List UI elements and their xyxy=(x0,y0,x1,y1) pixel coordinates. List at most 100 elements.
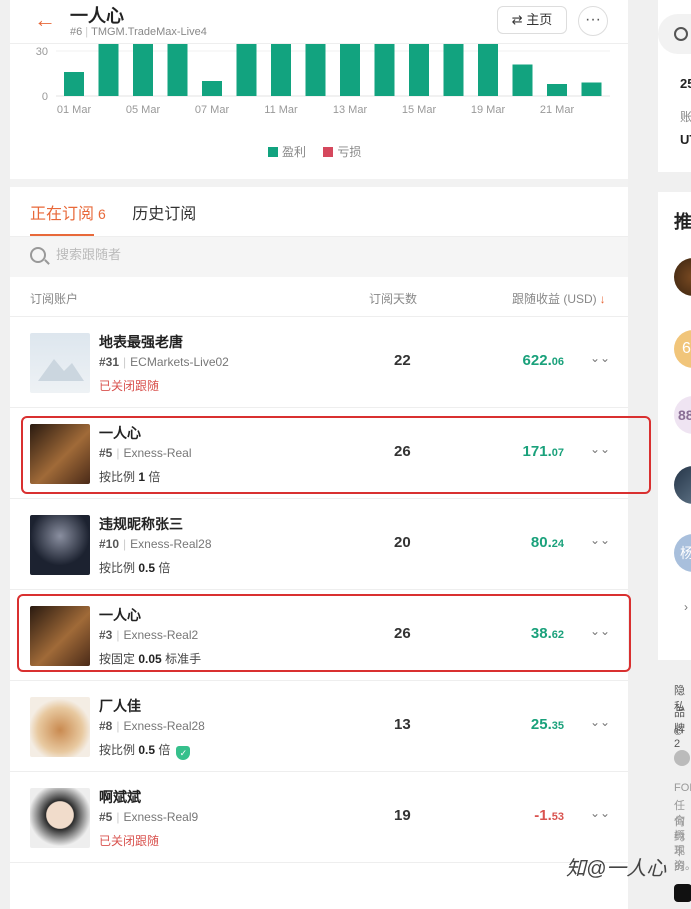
subscription-tabs: 正在订阅 6 历史订阅 xyxy=(30,200,218,236)
subscriber-account: #8 | Exness-Real28 xyxy=(99,719,205,733)
chart-bar[interactable] xyxy=(64,72,84,96)
avatar xyxy=(30,697,90,757)
legend-swatch xyxy=(268,147,278,157)
legend-item-loss[interactable]: 亏损 xyxy=(323,145,361,159)
subscriber-name: 厂人佳 xyxy=(99,698,141,714)
legend-swatch xyxy=(323,147,334,157)
subscriber-name: 违规昵称张三 xyxy=(99,516,183,532)
y-tick-label: 30 xyxy=(36,46,48,58)
profit-chart: 30 0 01 Mar 05 Mar 07 Mar 11 Mar 13 Mar 15 Mar 1… xyxy=(10,44,628,179)
x-tick-label: 01 Mar xyxy=(57,104,92,116)
table-row[interactable]: 违规昵称张三 #10 | Exness-Real28 按比例 0.5 倍 20 80… xyxy=(10,499,628,590)
chart-bar[interactable] xyxy=(236,44,257,96)
chart-bar[interactable] xyxy=(374,44,395,96)
highlight-box xyxy=(21,416,651,494)
copy-setting: 按比例 0.5 倍 ✓ xyxy=(99,741,191,760)
arrow-down-icon: ↓ xyxy=(599,292,606,306)
chart-bar[interactable] xyxy=(202,81,222,96)
column-header-profit[interactable]: 跟随收益 (USD) ↓ xyxy=(512,290,606,307)
follow-profit: 80.24 xyxy=(530,534,564,551)
follow-status: 已关闭跟随 xyxy=(99,379,160,393)
chart-bar[interactable] xyxy=(547,84,567,96)
tab-count: 6 xyxy=(98,206,106,222)
chart-bar[interactable] xyxy=(443,44,464,96)
search-icon xyxy=(30,247,46,263)
sidebar-text: UT xyxy=(680,132,691,147)
subscription-days: 22 xyxy=(394,352,411,369)
chevron-right-icon[interactable]: › xyxy=(684,600,691,620)
legend-item-profit[interactable]: 盈利 xyxy=(268,145,306,159)
trader-subtitle: #6 | TMGM.TradeMax-Live4 xyxy=(70,26,207,38)
mountain-placeholder-icon xyxy=(38,359,84,381)
footer-text: FOI xyxy=(674,782,691,794)
home-button[interactable]: ⇄ 主页 xyxy=(497,6,567,34)
footer-copyright: © 2 xyxy=(674,726,683,750)
table-row[interactable]: 啊斌斌 #5 | Exness-Real9 已关闭跟随 19 -1.53 ⌄⌄ xyxy=(10,772,628,863)
chart-bar[interactable] xyxy=(340,44,360,96)
sidebar-heading: 推 xyxy=(674,212,691,232)
facebook-icon[interactable] xyxy=(674,750,690,766)
shield-check-icon: ✓ xyxy=(176,746,191,760)
expand-chevron-icon[interactable]: ⌄⌄ xyxy=(590,715,610,729)
trader-account: TMGM.TradeMax-Live4 xyxy=(91,26,207,38)
trader-rank: #6 xyxy=(70,26,83,38)
footer-text: 资。 xyxy=(674,860,691,872)
chart-bar[interactable] xyxy=(512,64,533,97)
tab-history-subscriptions[interactable]: 历史订阅 xyxy=(132,200,196,224)
column-header-days: 订阅天数 xyxy=(369,292,418,306)
arrow-left-icon[interactable]: ← xyxy=(34,7,56,33)
x-tick-label: 19 Mar xyxy=(471,104,506,116)
follow-status: 已关闭跟随 xyxy=(99,834,160,848)
main-card: ← 一人心 #6 | TMGM.TradeMax-Live4 ⇄ 主页 ··· 30… xyxy=(10,0,651,909)
table-row[interactable]: 地表最强老唐 #31 | ECMarkets-Live02 已关闭跟随 22 622… xyxy=(10,317,628,408)
app-store-icon[interactable] xyxy=(674,884,691,902)
search-input[interactable] xyxy=(56,247,356,262)
chart-bar[interactable] xyxy=(133,44,153,96)
subscriber-account: #5 | Exness-Real9 xyxy=(99,810,199,824)
page-header: ← 一人心 #6 | TMGM.TradeMax-Live4 ⇄ 主页 ··· xyxy=(10,0,628,44)
more-icon[interactable]: ··· xyxy=(578,6,608,36)
subscriber-name: 啊斌斌 xyxy=(99,789,141,805)
expand-chevron-icon[interactable]: ⌄⌄ xyxy=(590,533,610,547)
chart-bar[interactable] xyxy=(409,44,429,96)
x-tick-label: 15 Mar xyxy=(402,104,437,116)
x-tick-label: 21 Mar xyxy=(540,104,575,116)
subscription-days: 19 xyxy=(394,807,411,824)
avatar xyxy=(30,788,90,848)
y-tick-label: 0 xyxy=(42,91,48,103)
subscription-days: 20 xyxy=(394,534,411,551)
expand-chevron-icon[interactable]: ⌄⌄ xyxy=(590,806,610,820)
sidebar-search-button[interactable] xyxy=(658,14,691,54)
chart-bar[interactable] xyxy=(98,44,119,96)
tab-active-subscriptions[interactable]: 正在订阅 6 xyxy=(30,200,106,236)
x-tick-label: 05 Mar xyxy=(126,104,161,116)
chart-bar[interactable] xyxy=(271,44,291,96)
search-icon xyxy=(674,27,688,41)
copy-setting: 按比例 0.5 倍 xyxy=(99,561,171,575)
chart-bar[interactable] xyxy=(305,44,326,96)
page-title: 一人心 xyxy=(70,6,124,26)
subscriber-name: 地表最强老唐 xyxy=(99,334,183,350)
subscriber-account: #10 | Exness-Real28 xyxy=(99,537,212,551)
chart-legend: 盈利 亏损 xyxy=(268,143,375,160)
avatar xyxy=(30,515,90,575)
x-tick-label: 07 Mar xyxy=(195,104,230,116)
chart-bar[interactable] xyxy=(167,44,188,96)
chart-bar[interactable] xyxy=(581,82,602,97)
subscriber-account: #31 | ECMarkets-Live02 xyxy=(99,355,229,369)
x-tick-label: 13 Mar xyxy=(333,104,368,116)
follower-search xyxy=(10,237,628,277)
follow-profit: 25.35 xyxy=(530,716,564,733)
x-tick-label: 11 Mar xyxy=(264,104,298,116)
chart-bar[interactable] xyxy=(478,44,498,96)
avatar xyxy=(30,333,90,393)
follow-profit: 622.06 xyxy=(522,352,564,369)
column-header-account: 订阅账户 xyxy=(30,292,79,306)
bar-chart: 30 0 01 Mar 05 Mar 07 Mar 11 Mar 13 Mar 15 Mar 1… xyxy=(36,44,610,116)
sidebar-text: 25 xyxy=(680,76,691,91)
page: 25 账 UT 推 6 88 杨 › 隐私 品牌 © 2 FOI 任何 合约 概… xyxy=(0,0,691,909)
follow-profit: -1.53 xyxy=(534,807,564,824)
expand-chevron-icon[interactable]: ⌄⌄ xyxy=(590,351,610,365)
section-divider xyxy=(10,179,628,187)
table-row[interactable]: 厂人佳 #8 | Exness-Real28 按比例 0.5 倍 ✓ 13 25.35… xyxy=(10,681,628,772)
